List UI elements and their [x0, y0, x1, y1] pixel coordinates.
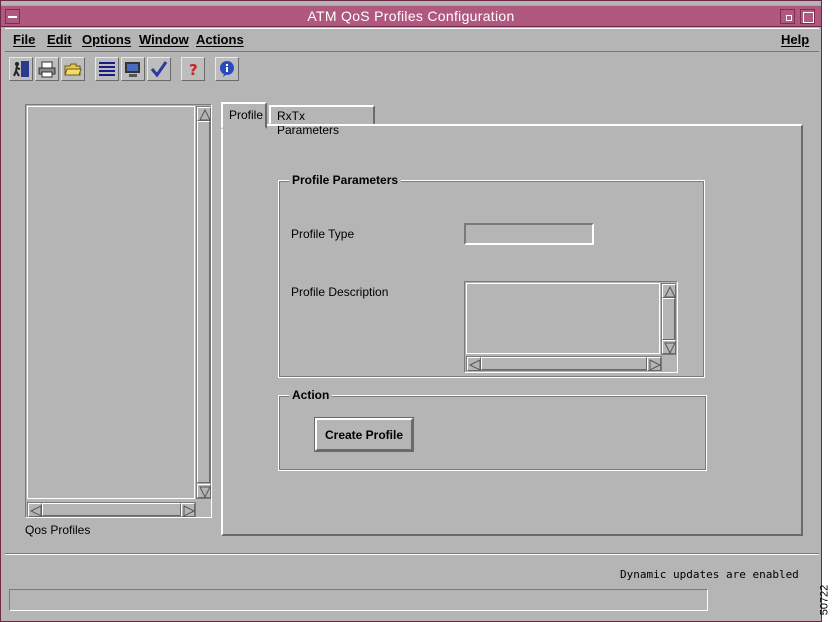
list-view-icon	[99, 62, 115, 76]
help-question-icon: ?	[189, 61, 198, 78]
description-horizontal-thumb[interactable]	[481, 357, 647, 370]
qos-profiles-label: Qos Profiles	[25, 523, 91, 537]
list-view-button[interactable]	[95, 57, 119, 81]
create-profile-button[interactable]: Create Profile	[314, 417, 414, 452]
info-icon	[220, 61, 234, 77]
tab-profile[interactable]: Profile	[221, 102, 267, 129]
tab-rxtx-parameters[interactable]: RxTx Parameters	[269, 105, 375, 137]
checkmark-icon	[150, 61, 168, 78]
open-button[interactable]	[61, 57, 85, 81]
app-window: ATM QoS Profiles Configuration File Edit…	[0, 0, 822, 622]
monitor-button[interactable]	[121, 57, 145, 81]
open-folder-icon	[64, 63, 82, 76]
qos-profiles-panel	[25, 104, 212, 518]
profile-type-label: Profile Type	[291, 227, 355, 241]
help-button[interactable]: ?	[181, 57, 205, 81]
arrow-right-icon	[649, 359, 661, 371]
description-scroll-up-button[interactable]	[662, 284, 676, 298]
horizontal-scroll-thumb[interactable]	[42, 503, 181, 516]
qos-profiles-list[interactable]	[27, 106, 195, 499]
arrow-down-icon	[664, 342, 676, 354]
figure-number: 50722	[818, 580, 837, 622]
menu-actions[interactable]: Actions	[196, 32, 244, 47]
description-horizontal-scrollbar[interactable]	[466, 356, 662, 371]
menu-options[interactable]: Options	[82, 32, 131, 47]
description-scroll-down-button[interactable]	[662, 340, 676, 354]
maximize-button[interactable]	[800, 9, 815, 24]
vertical-scroll-thumb[interactable]	[197, 121, 210, 483]
minimize-button[interactable]	[780, 9, 795, 24]
menu-bar: File Edit Options Window Actions Help	[5, 28, 819, 52]
scroll-left-button[interactable]	[28, 503, 42, 517]
info-button[interactable]	[215, 57, 239, 81]
arrow-down-icon	[199, 486, 211, 498]
arrow-left-icon	[469, 359, 481, 371]
arrow-up-icon	[664, 286, 676, 298]
description-vertical-thumb[interactable]	[662, 298, 675, 340]
arrow-left-icon	[30, 505, 42, 517]
arrow-right-icon	[183, 505, 195, 517]
menu-window[interactable]: Window	[139, 32, 189, 47]
menu-file[interactable]: File	[13, 32, 35, 47]
list-horizontal-scrollbar[interactable]	[27, 502, 196, 517]
scroll-down-button[interactable]	[197, 484, 211, 498]
menu-edit[interactable]: Edit	[47, 32, 72, 47]
scroll-right-button[interactable]	[181, 503, 195, 517]
description-vertical-scrollbar[interactable]	[661, 283, 676, 355]
profile-description-label: Profile Description	[291, 285, 389, 299]
arrow-up-icon	[199, 109, 211, 121]
title-bar[interactable]: ATM QoS Profiles Configuration	[1, 5, 821, 27]
menu-help[interactable]: Help	[781, 32, 809, 47]
monitor-icon	[125, 62, 140, 77]
verify-button[interactable]	[147, 57, 171, 81]
print-icon	[38, 61, 56, 78]
exit-door-icon	[13, 61, 29, 77]
status-separator	[5, 553, 819, 555]
list-vertical-scrollbar[interactable]	[196, 106, 211, 499]
profile-description-box	[464, 281, 678, 373]
description-scroll-right-button[interactable]	[647, 357, 661, 371]
window-title: ATM QoS Profiles Configuration	[307, 8, 515, 24]
status-bar	[9, 589, 708, 611]
figure-number-text: 50722	[818, 584, 831, 616]
status-message: Dynamic updates are enabled	[620, 568, 799, 581]
toolbar: ?	[9, 57, 409, 83]
exit-button[interactable]	[9, 57, 33, 81]
svg-text:?: ?	[189, 61, 198, 78]
description-scroll-left-button[interactable]	[467, 357, 481, 371]
profile-type-input[interactable]	[464, 223, 594, 245]
scroll-up-button[interactable]	[197, 107, 211, 121]
profile-description-input[interactable]	[466, 283, 660, 354]
profile-parameters-title: Profile Parameters	[289, 173, 402, 187]
action-title: Action	[289, 388, 333, 402]
print-button[interactable]	[35, 57, 59, 81]
